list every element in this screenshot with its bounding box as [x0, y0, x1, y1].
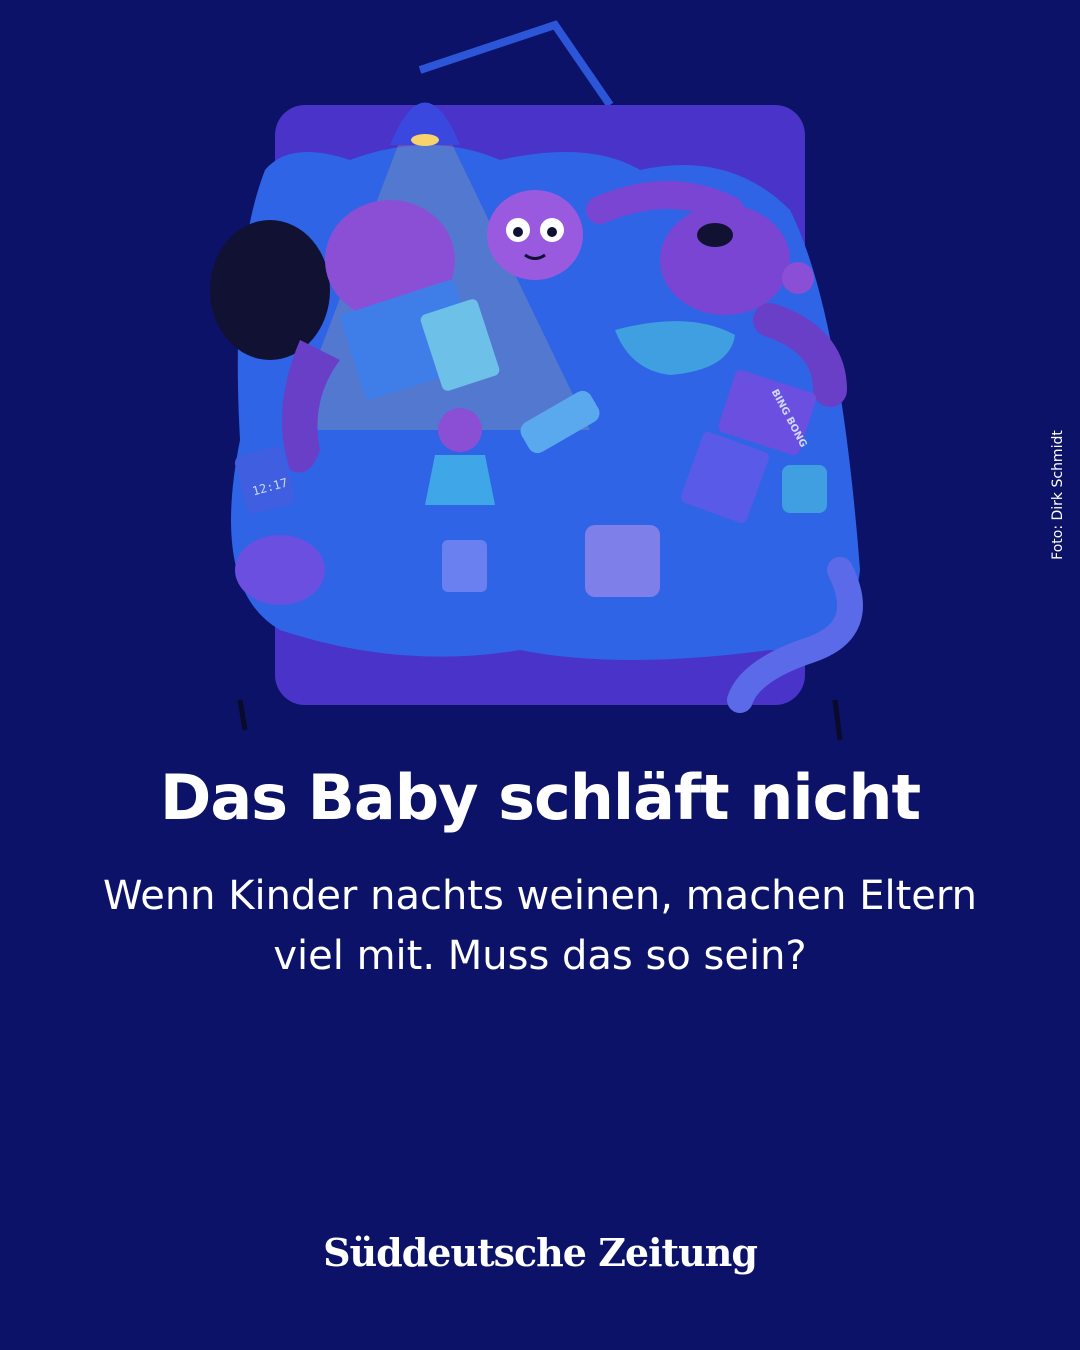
music-box	[585, 525, 660, 597]
subline: Wenn Kinder nachts weinen, machen Eltern…	[103, 873, 977, 979]
headline: Das Baby schläft nicht	[159, 761, 921, 834]
mug	[782, 465, 827, 513]
lamp-arm	[418, 20, 614, 108]
baby	[487, 190, 583, 280]
brand-logo: Süddeutsche Zeitung	[323, 1230, 758, 1275]
bed-illustration: 12:17 BING BONG	[170, 10, 910, 750]
dice-toy	[442, 540, 487, 592]
photo-credit: Foto: Dirk Schmidt	[1050, 430, 1066, 560]
ball-toy	[782, 262, 814, 294]
sheep-toy	[235, 535, 325, 605]
